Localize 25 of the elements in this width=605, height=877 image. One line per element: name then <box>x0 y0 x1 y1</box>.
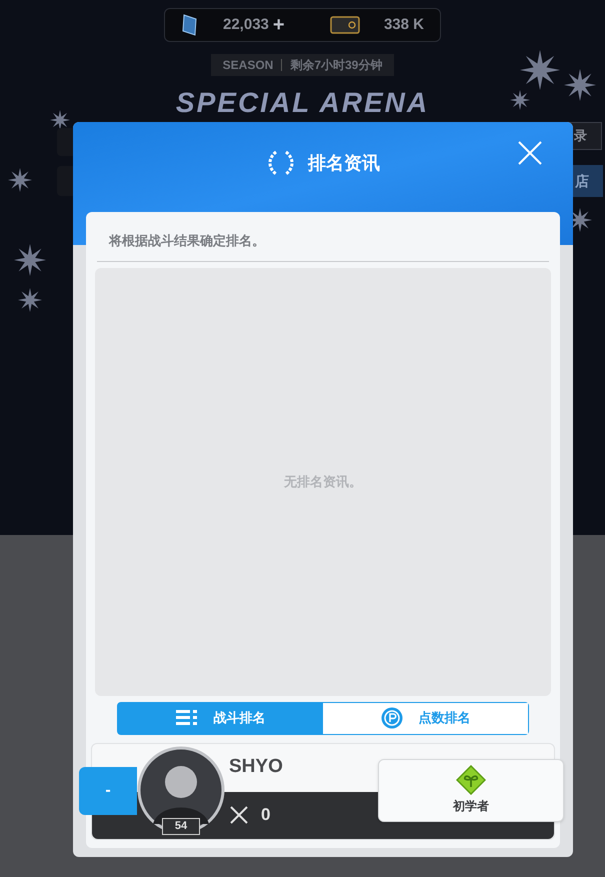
close-icon <box>517 140 543 166</box>
level-badge: 54 <box>162 818 200 834</box>
season-countdown: 剩余7小时39分钟 <box>290 57 382 74</box>
ranking-tab[interactable]: 战斗排名 <box>118 702 323 734</box>
coin-icon <box>380 707 402 729</box>
player-name: SHYO <box>229 755 283 780</box>
dialog-title: 排名资讯 <box>308 152 380 175</box>
laurel-icon <box>266 150 296 176</box>
info-note: 将根据战斗结果确定排名。 <box>97 212 549 262</box>
rank-value: - <box>105 780 111 800</box>
sprout-icon <box>456 765 486 795</box>
currency-amount: 338 K <box>384 14 424 35</box>
currency-amount: 22,033 <box>223 14 269 35</box>
win-count: 0 <box>261 804 270 826</box>
ranking-tab[interactable]: 点数排名 <box>323 702 528 734</box>
add-button[interactable]: + <box>272 10 285 40</box>
side-button-label[interactable]: 店 <box>575 170 589 192</box>
close-button[interactable] <box>517 140 543 166</box>
crystal-icon <box>181 13 199 37</box>
arena-title: SPECIAL ARENA <box>176 88 430 118</box>
tier-label: 初学者 <box>453 798 489 815</box>
ticket-icon <box>330 15 360 35</box>
list-icon <box>176 710 198 726</box>
side-button-label[interactable]: 录 <box>574 126 587 146</box>
season-label: SEASON <box>222 57 274 74</box>
